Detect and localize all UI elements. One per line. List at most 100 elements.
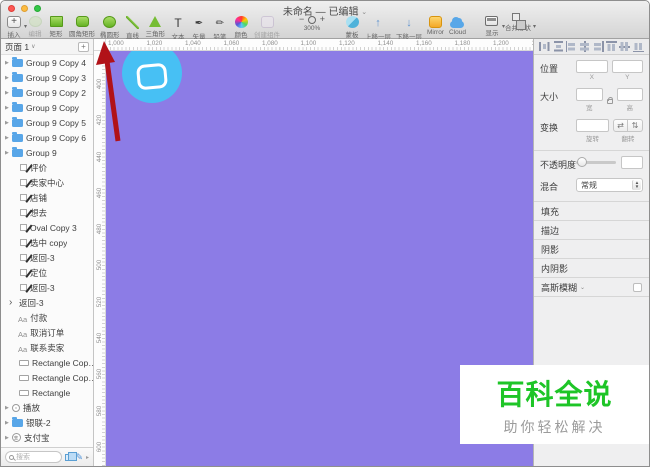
- layer-row[interactable]: 想去: [1, 205, 93, 220]
- disclosure-icon[interactable]: [5, 60, 12, 66]
- blue-circle-layer[interactable]: [122, 51, 182, 103]
- align-left-icon[interactable]: [565, 41, 577, 52]
- style-section-header[interactable]: 阴影: [534, 239, 649, 258]
- disclosure-icon[interactable]: [5, 105, 12, 111]
- layer-row[interactable]: 支付宝: [1, 430, 93, 445]
- height-input[interactable]: [616, 88, 643, 101]
- tool-zoom[interactable]: 300%: [298, 14, 326, 32]
- layer-row[interactable]: Rectangle: [1, 385, 93, 400]
- layer-row[interactable]: 付款: [1, 310, 93, 325]
- layer-row[interactable]: 联系卖家: [1, 340, 93, 355]
- disclosure-icon[interactable]: [5, 120, 12, 126]
- layer-row[interactable]: 店铺: [1, 190, 93, 205]
- tool-rounded-rect[interactable]: 圆角矩形: [69, 16, 95, 38]
- layer-row[interactable]: 返回-3: [1, 295, 93, 310]
- stepper-arrows-icon[interactable]: ▲ ▼: [632, 180, 641, 190]
- layer-row[interactable]: 卖家中心: [1, 175, 93, 190]
- tool-cloud[interactable]: Cloud: [449, 16, 466, 36]
- tool-show[interactable]: 显示: [484, 16, 500, 37]
- layer-row[interactable]: Group 9 Copy 3: [1, 70, 93, 85]
- disclosure-icon[interactable]: [5, 435, 12, 441]
- x-label: X: [589, 74, 594, 81]
- layer-row[interactable]: 返回-3: [1, 280, 93, 295]
- layer-row[interactable]: Group 9 Copy 6: [1, 130, 93, 145]
- expand-caret-icon[interactable]: [86, 454, 89, 461]
- align-top-icon[interactable]: [606, 41, 617, 52]
- blend-mode-select[interactable]: 常规 ▲ ▼: [576, 178, 643, 192]
- tool-edit[interactable]: 编辑: [27, 16, 43, 38]
- flip-vertical-button[interactable]: ⇅: [628, 119, 643, 132]
- tool-icon: [172, 16, 185, 30]
- align-middle-vertical-icon[interactable]: [619, 41, 630, 52]
- add-page-button[interactable]: [78, 41, 89, 52]
- layer-row[interactable]: 评价: [1, 160, 93, 175]
- align-bottom-icon[interactable]: [633, 41, 644, 52]
- page-title[interactable]: 页面 1: [5, 41, 29, 53]
- tool-send-backward[interactable]: 下移一层: [396, 16, 422, 41]
- layer-row[interactable]: 取消订单: [1, 325, 93, 340]
- opacity-slider-knob[interactable]: [577, 157, 587, 167]
- distribute-vertically-icon[interactable]: [553, 41, 564, 52]
- tool-text[interactable]: 文本: [170, 16, 186, 41]
- x-input[interactable]: [576, 60, 608, 73]
- blur-dropdown-icon[interactable]: [580, 284, 585, 291]
- gaussian-blur-row[interactable]: 高斯模糊: [534, 277, 649, 296]
- blur-checkbox[interactable]: [633, 282, 642, 292]
- tool-combine-shapes[interactable]: 合并形状: [505, 13, 531, 32]
- y-input[interactable]: [611, 60, 643, 73]
- width-input[interactable]: [576, 88, 603, 101]
- tool-oval[interactable]: 椭圆形: [100, 16, 120, 39]
- layer-row[interactable]: 播放: [1, 400, 93, 415]
- tool-pencil[interactable]: 铅笔: [212, 16, 228, 41]
- layer-row[interactable]: Rectangle Cop…: [1, 370, 93, 385]
- layer-row[interactable]: Group 9 Copy 4: [1, 55, 93, 70]
- layer-label: Group 9 Copy: [26, 102, 79, 113]
- layer-row[interactable]: Rectangle Cop…: [1, 355, 93, 370]
- tool-bring-forward[interactable]: 上移一层: [365, 16, 391, 41]
- align-right-icon[interactable]: [593, 41, 604, 52]
- rotation-input[interactable]: [576, 119, 609, 132]
- disclosure-icon[interactable]: [5, 75, 12, 81]
- align-center-horizontal-icon[interactable]: [579, 41, 590, 52]
- style-section-header[interactable]: 描边: [534, 220, 649, 239]
- layer-row[interactable]: Group 9 Copy 5: [1, 115, 93, 130]
- style-section-header[interactable]: 内阴影: [534, 258, 649, 277]
- layer-row[interactable]: Group 9 Copy 2: [1, 85, 93, 100]
- disclosure-icon[interactable]: [5, 135, 12, 141]
- disclosure-icon[interactable]: [5, 150, 12, 156]
- disclosure-icon[interactable]: [5, 90, 12, 96]
- lock-proportions-icon[interactable]: [606, 96, 613, 104]
- tool-line[interactable]: 直线: [125, 16, 141, 40]
- tool-vector[interactable]: 矢量: [191, 16, 207, 41]
- layer-row[interactable]: Group 9: [1, 145, 93, 160]
- layer-row[interactable]: 选中 copy: [1, 235, 93, 250]
- layer-search[interactable]: 搜索: [5, 451, 63, 463]
- tool-triangle[interactable]: 三角形: [146, 16, 165, 38]
- opacity-input[interactable]: [621, 156, 643, 169]
- flip-horizontal-button[interactable]: ⇄: [613, 119, 628, 132]
- title-dropdown-icon[interactable]: [361, 8, 367, 16]
- distribute-horizontally-icon[interactable]: [539, 41, 550, 52]
- opacity-slider[interactable]: [576, 157, 616, 167]
- layer-row[interactable]: Oval Copy 3: [1, 220, 93, 235]
- page-dropdown-icon[interactable]: [31, 43, 35, 50]
- layer-row[interactable]: 返回-3: [1, 250, 93, 265]
- layer-row[interactable]: Group 9 Copy: [1, 100, 93, 115]
- tool-insert[interactable]: 插入: [6, 16, 22, 39]
- layer-type-icon: [20, 224, 27, 231]
- layer-type-icon: [20, 209, 27, 216]
- page-header: 页面 1: [1, 39, 93, 55]
- pages-icon[interactable]: [65, 451, 78, 461]
- layer-row[interactable]: 定位: [1, 265, 93, 280]
- disclosure-icon[interactable]: [5, 420, 12, 426]
- vertical-ruler: 400 420 440 460 480 500 520 540 560 580 600620: [94, 51, 106, 466]
- tool-mask[interactable]: 蒙板: [344, 16, 360, 39]
- style-section-header[interactable]: 填充: [534, 201, 649, 220]
- tool-rectangle[interactable]: 矩形: [48, 16, 64, 38]
- tool-mirror[interactable]: Mirror: [427, 16, 444, 36]
- tool-color[interactable]: 颜色: [233, 16, 249, 39]
- disclosure-icon[interactable]: [5, 405, 12, 411]
- layer-row[interactable]: 银联-2: [1, 415, 93, 430]
- disclosure-icon[interactable]: [9, 297, 19, 308]
- tool-create-symbol[interactable]: 创建组件: [254, 16, 280, 39]
